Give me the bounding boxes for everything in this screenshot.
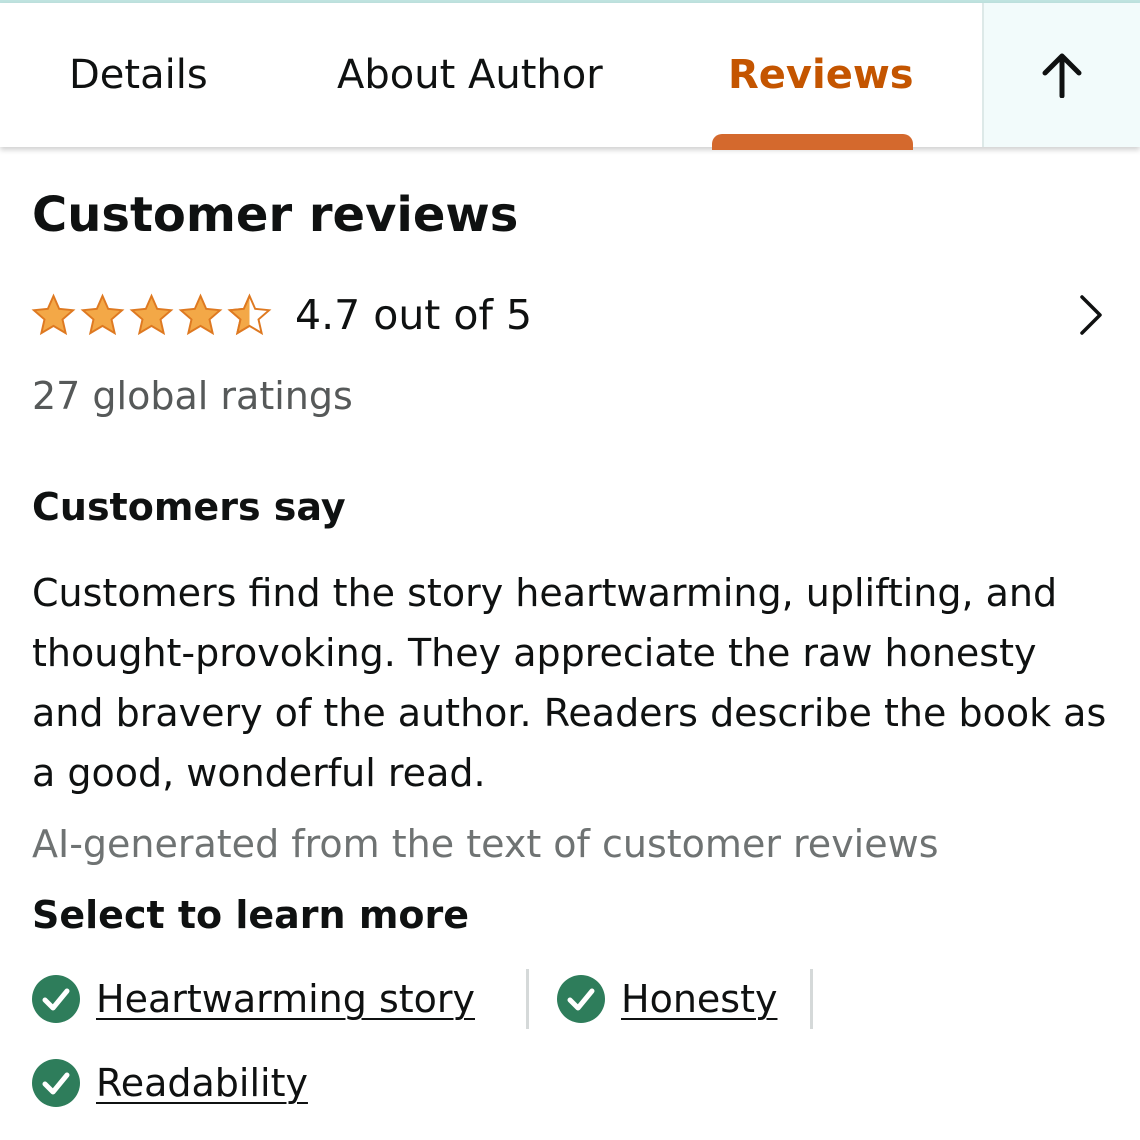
tab-details[interactable]: Details <box>69 47 208 103</box>
rating-value: 4.7 out of 5 <box>295 291 533 339</box>
check-circle-icon <box>557 975 605 1023</box>
arrow-up-icon <box>1042 53 1082 98</box>
reviews-section: Customer reviews 4.7 out of 5 27 global … <box>0 147 1140 1140</box>
global-ratings-count: 27 global ratings <box>32 374 353 418</box>
aspect-chip-label: Heartwarming story <box>96 977 475 1021</box>
star-icon <box>31 292 76 335</box>
back-to-top-button[interactable] <box>982 3 1140 147</box>
tab-about-author[interactable]: About Author <box>337 47 603 103</box>
tab-reviews[interactable]: Reviews <box>728 47 914 103</box>
select-to-learn-more-heading: Select to learn more <box>32 893 470 937</box>
aspect-chip-label: Readability <box>96 1061 308 1105</box>
aspect-chip-label: Honesty <box>621 977 778 1021</box>
aspect-chip-honesty[interactable]: Honesty <box>557 969 777 1029</box>
chip-divider <box>526 969 529 1029</box>
page-title: Customer reviews <box>32 187 519 243</box>
star-icon <box>178 292 223 335</box>
chevron-right-icon[interactable] <box>1070 293 1110 337</box>
check-circle-icon <box>32 975 80 1023</box>
half-star-icon <box>227 292 272 335</box>
active-tab-indicator <box>712 134 913 150</box>
ai-review-summary: Customers find the story heartwarming, u… <box>32 571 1107 795</box>
aspect-chip-readability[interactable]: Readability <box>32 1053 308 1113</box>
check-circle-icon <box>32 1059 80 1107</box>
ai-generated-note: AI-generated from the text of customer r… <box>32 822 939 866</box>
tab-bar: Details About Author Reviews <box>0 3 1140 150</box>
star-icon <box>129 292 174 335</box>
chip-divider <box>810 969 813 1029</box>
customers-say-heading: Customers say <box>32 485 346 529</box>
star-icon <box>80 292 125 335</box>
star-rating <box>30 292 273 339</box>
rating-summary-row[interactable]: 4.7 out of 5 <box>30 285 1110 345</box>
aspect-chip-heartwarming-story[interactable]: Heartwarming story <box>32 969 475 1029</box>
